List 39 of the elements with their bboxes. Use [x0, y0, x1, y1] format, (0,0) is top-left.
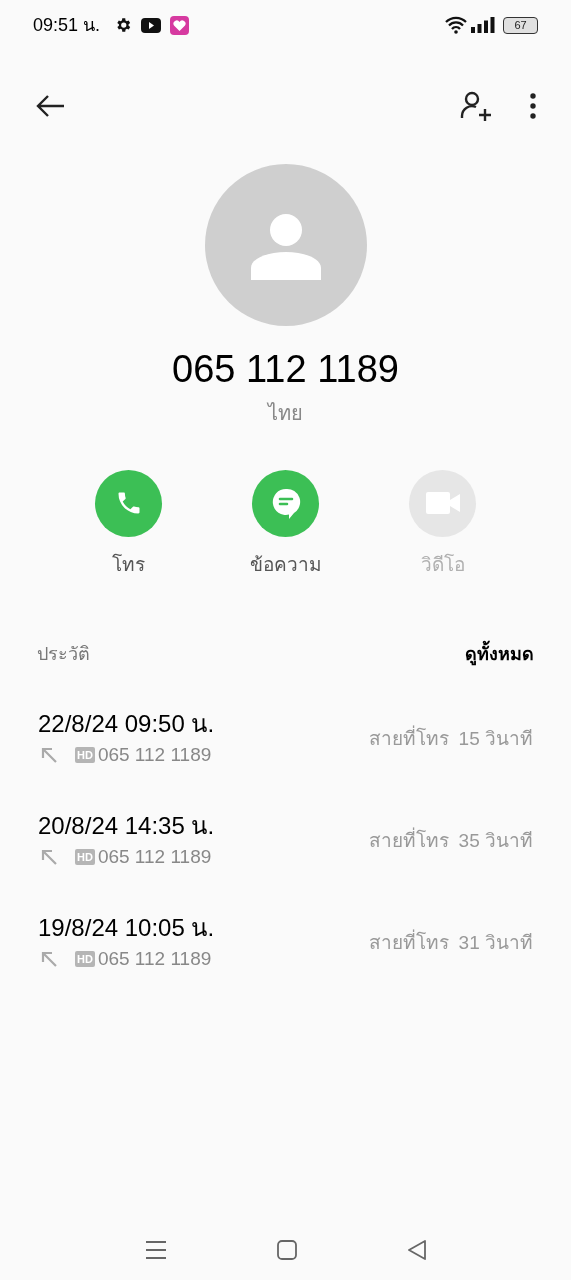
menu-icon[interactable] [144, 1240, 167, 1260]
see-all-link[interactable]: ดูทั้งหมด [465, 641, 534, 668]
call-number: 065 112 1189 [97, 844, 212, 869]
call-datetime: 20/8/24 14:35 น. [38, 810, 215, 841]
hd-badge: HD [75, 747, 95, 763]
call-number: 065 112 1189 [97, 742, 212, 767]
signal-icon [471, 17, 495, 33]
history-heading: ประวัติ [37, 643, 90, 666]
contact-number: 065 112 1189 [172, 347, 399, 392]
status-time: 09:51 น. [33, 13, 101, 37]
hd-badge: HD [75, 951, 95, 967]
action-label: โทร [112, 552, 145, 577]
wifi-icon [445, 16, 467, 34]
battery-indicator: 67 [503, 16, 538, 34]
call-datetime: 22/8/24 09:50 น. [38, 708, 215, 739]
back-triangle-icon[interactable] [406, 1240, 427, 1260]
heart-app-icon [170, 15, 190, 35]
add-contact-icon[interactable] [460, 90, 492, 122]
outgoing-arrow-icon [41, 849, 57, 865]
call-duration: 15 วินาที [458, 726, 533, 751]
hd-badge: HD [75, 849, 95, 865]
action-label: วิดีโอ [420, 552, 465, 577]
outgoing-arrow-icon [41, 951, 57, 967]
call-type: สายที่โทร [368, 928, 449, 955]
video-camera-icon [425, 491, 460, 515]
more-options-icon[interactable] [530, 93, 536, 119]
back-arrow-icon[interactable] [35, 94, 65, 118]
outgoing-arrow-icon [41, 747, 57, 763]
home-square-icon[interactable] [276, 1240, 297, 1260]
chat-bubble-icon [270, 487, 301, 519]
contact-country: ไทย [268, 400, 303, 426]
call-datetime: 19/8/24 10:05 น. [38, 912, 215, 943]
video-play-icon [141, 17, 162, 33]
call-duration: 31 วินาที [458, 930, 533, 955]
action-label: ข้อความ [249, 552, 322, 577]
call-number: 065 112 1189 [97, 946, 212, 971]
call-type: สายที่โทร [368, 724, 449, 751]
call-duration: 35 วินาที [458, 828, 533, 853]
call-type: สายที่โทร [368, 826, 449, 853]
